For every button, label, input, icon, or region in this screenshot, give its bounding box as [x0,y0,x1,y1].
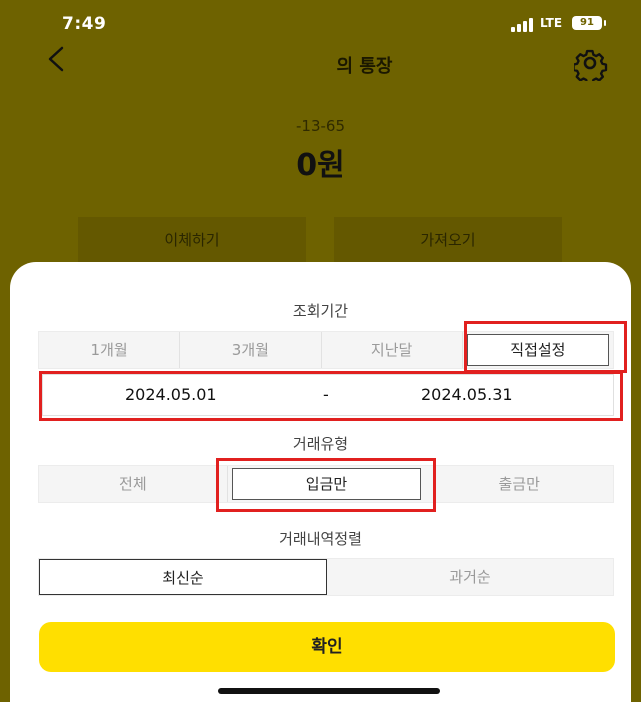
status-bar: 7:49 LTE 91 [0,0,641,40]
gear-icon [572,49,608,85]
fetch-button[interactable]: 가져오기 [334,217,562,265]
account-number: -13-65 [296,117,345,135]
home-indicator [218,688,440,694]
account-balance: 0원 [296,148,345,183]
page-title: 의 통장 [336,56,393,77]
sort-option-oldest[interactable]: 과거순 [327,559,613,595]
highlight-box-dates [39,371,623,421]
sort-segment: 최신순 과거순 [38,558,614,596]
period-option-3months[interactable]: 3개월 [180,332,322,368]
type-option-all[interactable]: 전체 [39,466,228,502]
highlight-box-type [216,458,436,512]
confirm-button[interactable]: 확인 [39,622,615,672]
type-label: 거래유형 [292,435,349,453]
type-option-withdrawal[interactable]: 출금만 [425,466,613,502]
sort-option-newest[interactable]: 최신순 [39,559,327,595]
highlight-box-period [464,321,627,373]
settings-button[interactable] [572,47,608,85]
sort-label: 거래내역정렬 [279,530,362,548]
period-option-last-month[interactable]: 지난달 [322,332,463,368]
period-label: 조회기간 [292,302,349,320]
network-label: LTE [540,16,563,30]
status-time: 7:49 [62,14,107,34]
transfer-button[interactable]: 이체하기 [78,217,306,265]
signal-icon [511,16,537,32]
battery-icon: 91 [572,16,606,30]
period-option-1month[interactable]: 1개월 [39,332,181,368]
